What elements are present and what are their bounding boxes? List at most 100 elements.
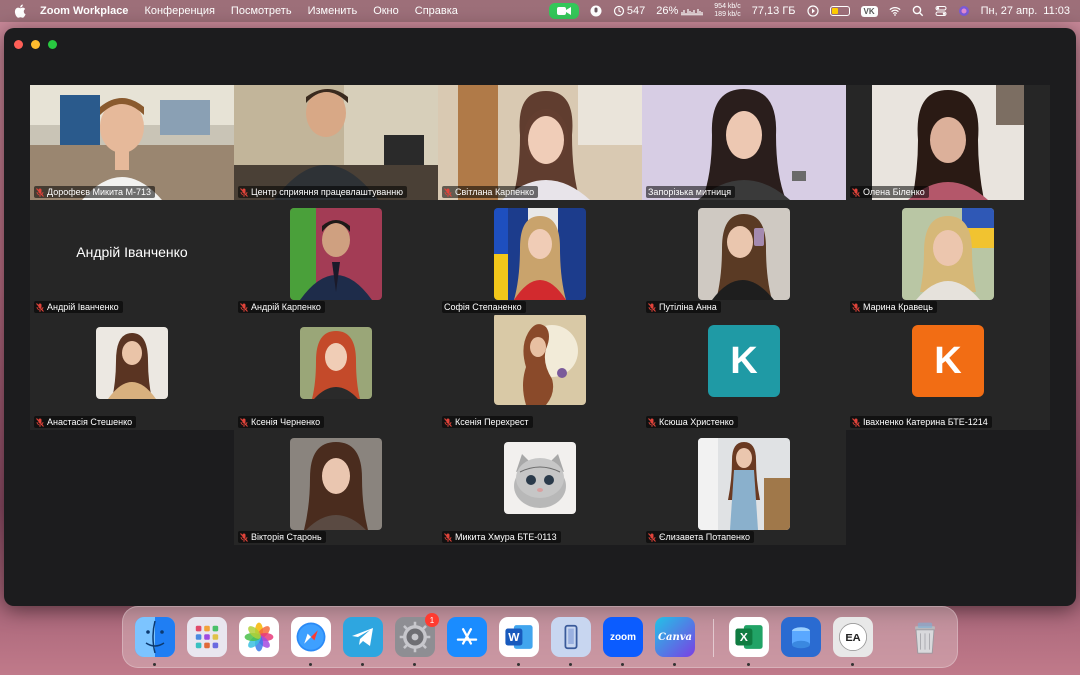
- telegram-icon[interactable]: [343, 617, 383, 657]
- mic-muted-icon: [36, 187, 44, 197]
- net-down-value: 189 kb/c: [714, 11, 741, 18]
- participant-nameplate: Софія Степаненко: [442, 301, 526, 313]
- participant-tile[interactable]: Олена Біленко: [846, 85, 1050, 200]
- mic-muted-icon: [36, 417, 44, 427]
- mic-muted-icon: [240, 417, 248, 427]
- participant-tile[interactable]: Дорофеєв Микита М-713: [30, 85, 234, 200]
- ea-icon[interactable]: EA: [833, 617, 873, 657]
- participant-name: Путіліна Анна: [659, 302, 717, 312]
- participant-name: Андрій Карпенко: [251, 302, 321, 312]
- app-name-menu[interactable]: Zoom Workplace: [40, 5, 128, 17]
- participant-video: [30, 85, 234, 200]
- process-monitor-icon[interactable]: 547: [613, 5, 645, 17]
- settings-badge: 1: [425, 613, 439, 627]
- canva-icon[interactable]: Canva: [655, 617, 695, 657]
- participant-tile[interactable]: Ксенія Перехрест: [438, 315, 642, 430]
- clock-date[interactable]: Пн, 27 апр.: [981, 5, 1038, 17]
- dock: 1 W zoom Canva X EA: [122, 606, 958, 668]
- network-speed[interactable]: 954 kb/c 189 kb/c: [714, 3, 740, 19]
- fullscreen-window-button[interactable]: [48, 40, 57, 49]
- app-store-icon[interactable]: [447, 617, 487, 657]
- participant-nameplate: Єлизавета Потапенко: [646, 531, 754, 543]
- participant-nameplate: Запорізька митниця: [646, 186, 736, 198]
- participant-avatar: [494, 315, 586, 405]
- menu-view[interactable]: Посмотреть: [231, 5, 292, 17]
- system-settings-icon[interactable]: 1: [395, 613, 439, 657]
- cpu-percent-value: 26%: [656, 5, 679, 17]
- mic-muted-icon: [240, 532, 248, 542]
- close-window-button[interactable]: [14, 40, 23, 49]
- wifi-icon[interactable]: [889, 5, 901, 17]
- participant-tile[interactable]: Путіліна Анна: [642, 200, 846, 315]
- participant-tile-active-speaker[interactable]: Запорізька митниця: [642, 85, 846, 200]
- participant-tile[interactable]: K Івахненко Катерина БТЕ-1214: [846, 315, 1050, 430]
- participant-tile[interactable]: Єлизавета Потапенко: [642, 430, 846, 545]
- participant-tile[interactable]: Микита Хмура БТЕ-0113: [438, 430, 642, 545]
- participant-tile[interactable]: Ксенія Черненко: [234, 315, 438, 430]
- participant-nameplate: Анастасія Стешенко: [34, 416, 137, 428]
- zoom-icon[interactable]: zoom: [603, 617, 643, 657]
- mic-muted-icon: [852, 187, 860, 197]
- participant-initial: K: [730, 339, 758, 382]
- spotlight-search-icon[interactable]: [912, 5, 924, 17]
- menu-help[interactable]: Справка: [415, 5, 458, 17]
- siri-icon[interactable]: [958, 5, 970, 17]
- participant-name: Дорофеєв Микита М-713: [47, 187, 152, 197]
- iphone-mirroring-icon[interactable]: [551, 617, 591, 657]
- menu-window[interactable]: Окно: [373, 5, 399, 17]
- participant-tile[interactable]: Андрій Іванченко Андрій Іванченко: [30, 200, 234, 315]
- participant-tile[interactable]: Центр сприяння працевлаштуванню: [234, 85, 438, 200]
- zoom-video-status-icon[interactable]: [548, 3, 579, 19]
- participant-nameplate: Олена Біленко: [850, 186, 929, 198]
- participant-avatar: [290, 208, 382, 300]
- cpu-graph-icon: [681, 9, 704, 16]
- finder-icon[interactable]: [135, 617, 175, 657]
- control-center-icon[interactable]: [935, 5, 947, 17]
- participant-avatar: [300, 327, 372, 399]
- participant-display-name: Андрій Іванченко: [76, 244, 188, 260]
- net-up-value: 954 kb/c: [714, 3, 741, 10]
- participant-avatar: [96, 327, 168, 399]
- participant-nameplate: Андрій Карпенко: [238, 301, 325, 313]
- participant-tile[interactable]: K Ксюша Христенко: [642, 315, 846, 430]
- menu-conference[interactable]: Конференция: [144, 5, 214, 17]
- safari-icon[interactable]: [291, 617, 331, 657]
- menu-edit[interactable]: Изменить: [308, 5, 358, 17]
- word-glyph: W: [508, 630, 520, 644]
- window-controls: [14, 40, 65, 49]
- participant-name: Вікторія Старонь: [251, 532, 322, 542]
- word-icon[interactable]: W: [499, 617, 539, 657]
- mic-status-icon[interactable]: [590, 5, 602, 17]
- battery-icon[interactable]: [829, 6, 850, 16]
- minimize-window-button[interactable]: [31, 40, 40, 49]
- participant-video: [846, 85, 1050, 200]
- participant-nameplate: Микита Хмура БТЕ-0113: [442, 531, 561, 543]
- participant-video: [438, 85, 642, 200]
- cpu-percent[interactable]: 26%: [656, 5, 704, 17]
- zoom-meeting-window: Дорофеєв Микита М-713 Центр сприяння пра…: [4, 28, 1076, 606]
- apps-folder-icon[interactable]: [781, 617, 821, 657]
- participant-nameplate: Ксенія Перехрест: [442, 416, 533, 428]
- disk-free[interactable]: 77,13 ГБ: [752, 5, 796, 17]
- participant-tile[interactable]: Марина Кравець: [846, 200, 1050, 315]
- participant-tile[interactable]: Софія Степаненко: [438, 200, 642, 315]
- participant-tile[interactable]: Світлана Карпенко: [438, 85, 642, 200]
- participant-name: Марина Кравець: [863, 302, 933, 312]
- participant-tile[interactable]: Вікторія Старонь: [234, 430, 438, 545]
- participant-nameplate: Світлана Карпенко: [442, 186, 539, 198]
- participant-name: Софія Степаненко: [444, 302, 522, 312]
- excel-glyph: X: [740, 630, 748, 644]
- participant-nameplate: Марина Кравець: [850, 301, 937, 313]
- excel-icon[interactable]: X: [729, 617, 769, 657]
- launchpad-icon[interactable]: [187, 617, 227, 657]
- clock-time[interactable]: 11:03: [1043, 5, 1070, 17]
- mic-muted-icon: [36, 302, 44, 312]
- apple-menu-icon[interactable]: [14, 4, 28, 18]
- mic-muted-icon: [648, 302, 656, 312]
- photos-icon[interactable]: [239, 617, 279, 657]
- participant-tile[interactable]: Анастасія Стешенко: [30, 315, 234, 430]
- trash-icon[interactable]: [905, 617, 945, 657]
- vk-icon[interactable]: VK: [860, 5, 878, 17]
- participant-tile[interactable]: Андрій Карпенко: [234, 200, 438, 315]
- play-icon[interactable]: [806, 5, 819, 17]
